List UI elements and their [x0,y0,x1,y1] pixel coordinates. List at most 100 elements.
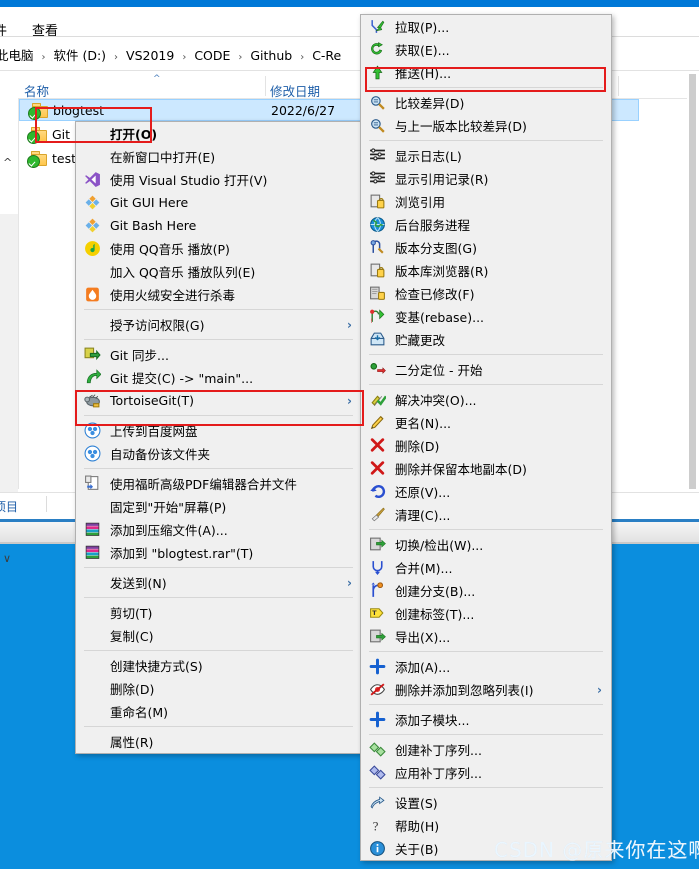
menu-item-p[interactable]: 固定到"开始"屏幕(P) [76,495,361,518]
menu-item-git-gui-here[interactable]: Git GUI Here [76,191,361,214]
menu-item-[interactable]: 自动备份该文件夹 [76,442,361,465]
menu-item-t[interactable]: 剪切(T) [76,601,361,624]
menu-item-label: TortoiseGit(T) [110,393,194,408]
menu-item-a[interactable]: 添加(A)... [361,655,611,678]
menu-item-[interactable]: 上传到百度网盘 [76,419,361,442]
menu-item-label: 上传到百度网盘 [110,424,198,439]
menu-separator [369,787,603,788]
menu-item-e[interactable]: 获取(E)... [361,38,611,61]
menu-item-git-c-main[interactable]: Git 提交(C) -> "main"... [76,366,361,389]
menu-item-qq-e[interactable]: 加入 QQ音乐 播放队列(E) [76,260,361,283]
explorer-context-menu[interactable]: 打开(O) 在新窗口中打开(E) 使用 Visual Studio 打开(V) Git… [75,121,362,754]
chevron-up-icon[interactable]: ^ [3,156,12,169]
menu-separator [369,354,603,355]
menu-item-c[interactable]: 复制(C) [76,624,361,647]
menu-item-qq-p[interactable]: 使用 QQ音乐 播放(P) [76,237,361,260]
menu-separator [84,567,353,568]
menu-item-blogtest-rar-t[interactable]: 添加到 "blogtest.rar"(T) [76,541,361,564]
breadcrumb-item-3[interactable]: CODE [194,48,230,63]
menu-item-i[interactable]: 删除并添加到忽略列表(I) › [361,678,611,701]
menu-item-n[interactable]: 发送到(N) › [76,571,361,594]
check-modifications-icon [369,285,386,302]
settings-icon [369,794,386,811]
menu-item-tortoisegit-t[interactable]: TortoiseGit(T) › [76,389,361,412]
menu-item-r[interactable]: 属性(R) [76,730,361,753]
chevron-right-icon: › [347,317,352,332]
menu-item-[interactable]: 二分定位 - 开始 [361,358,611,381]
menu-item-r[interactable]: 显示引用记录(R) [361,167,611,190]
menu-item-label: 二分定位 - 开始 [395,363,483,378]
menu-item-label: 属性(R) [110,735,154,750]
column-divider[interactable] [265,76,266,96]
menu-item-[interactable]: 后台服务进程 [361,213,611,236]
menu-item-git-bash-here[interactable]: Git Bash Here [76,214,361,237]
menu-item-[interactable]: 浏览引用 [361,190,611,213]
menu-item-label: 自动备份该文件夹 [110,447,211,462]
create-patch-icon [369,741,386,758]
menu-item-a[interactable]: 添加到压缩文件(A)... [76,518,361,541]
menu-item-m[interactable]: 合并(M)... [361,556,611,579]
menu-item-d[interactable]: 删除(D) [361,434,611,457]
breadcrumb-item-0[interactable]: 此电脑 [0,48,34,63]
breadcrumb-item-4[interactable]: Github [250,48,292,63]
menu-separator [84,597,353,598]
breadcrumb-item-5[interactable]: C-Re [312,48,341,63]
menu-item-d[interactable]: 删除(D) [76,677,361,700]
menu-item-g[interactable]: 版本分支图(G) [361,236,611,259]
menu-item-d[interactable]: 删除并保留本地副本(D) [361,457,611,480]
menu-item-label: 创建补丁序列... [395,743,482,758]
rename-icon [369,414,386,431]
bisect-icon [369,361,386,378]
menu-item-l[interactable]: 显示日志(L) [361,144,611,167]
fetch-icon [369,41,386,58]
breadcrumb[interactable]: 此电脑 › 软件 (D:) › VS2019 › CODE › Github ›… [0,45,341,64]
file-name: Git [52,126,71,142]
menu-item-f[interactable]: 检查已修改(F) [361,282,611,305]
menu-item-o[interactable]: 打开(O) [76,122,361,145]
menu-item-label: 创建分支(B)... [395,584,476,599]
tortoisegit-submenu[interactable]: 拉取(P)... 获取(E)... 推送(H)... 比较差异(D) 与上一版本比较差异… [360,14,612,861]
menu-item-t[interactable]: T 创建标签(T)... [361,602,611,625]
menu-item-n[interactable]: 更名(N)... [361,411,611,434]
menu-item-x[interactable]: 导出(X)... [361,625,611,648]
menu-item-c[interactable]: 清理(C)... [361,503,611,526]
menu-item-label: 浏览引用 [395,195,446,210]
menu-item-m[interactable]: 重命名(M) [76,700,361,723]
menu-item-p[interactable]: 拉取(P)... [361,15,611,38]
column-divider[interactable] [618,76,619,96]
menu-item-w[interactable]: 切换/检出(W)... [361,533,611,556]
menu-item-v[interactable]: 还原(V)... [361,480,611,503]
menu-item-visual-studio-v[interactable]: 使用 Visual Studio 打开(V) [76,168,361,191]
breadcrumb-item-2[interactable]: VS2019 [126,48,174,63]
menu-separator [84,726,353,727]
menu-item-e[interactable]: 在新窗口中打开(E) [76,145,361,168]
menu-item-g[interactable]: 授予访问权限(G) › [76,313,361,336]
menu-item-[interactable]: 创建补丁序列... [361,738,611,761]
vertical-scrollbar[interactable] [687,74,699,489]
menu-item-s[interactable]: 创建快捷方式(S) [76,654,361,677]
menu-item-h[interactable]: 推送(H)... [361,61,611,84]
menu-item-label: 比较差异(D) [395,96,465,111]
menu-item-o[interactable]: 解决冲突(O)... [361,388,611,411]
breadcrumb-item-1[interactable]: 软件 (D:) [53,48,106,63]
menu-item-[interactable]: 贮藏更改 [361,328,611,351]
menu-item-[interactable]: 添加子模块... [361,708,611,731]
column-header-name[interactable]: 名称 [24,81,49,100]
winrar-icon [84,521,101,538]
scrollbar-thumb[interactable] [689,74,696,489]
menu-item-b[interactable]: 创建分支(B)... [361,579,611,602]
column-header-date[interactable]: 修改日期 [270,81,320,100]
menu-item-label: 使用福昕高级PDF编辑器合并文件 [110,477,297,492]
menu-item-rebase[interactable]: ! 变基(rebase)... [361,305,611,328]
menu-item-r[interactable]: 版本库浏览器(R) [361,259,611,282]
menu-item-git[interactable]: Git 同步... [76,343,361,366]
menu-item-pdf[interactable]: 使用福昕高级PDF编辑器合并文件 [76,472,361,495]
menu-item-label: 切换/检出(W)... [395,538,484,553]
menu-item-d[interactable]: 与上一版本比较差异(D) [361,114,611,137]
menu-item-s[interactable]: 设置(S) [361,791,611,814]
menu-item-[interactable]: 应用补丁序列... [361,761,611,784]
menu-item-label: 设置(S) [395,796,438,811]
menu-item-[interactable]: 使用火绒安全进行杀毒 [76,283,361,306]
chevron-down-icon[interactable]: ∨ [3,552,11,565]
menu-item-d[interactable]: 比较差异(D) [361,91,611,114]
